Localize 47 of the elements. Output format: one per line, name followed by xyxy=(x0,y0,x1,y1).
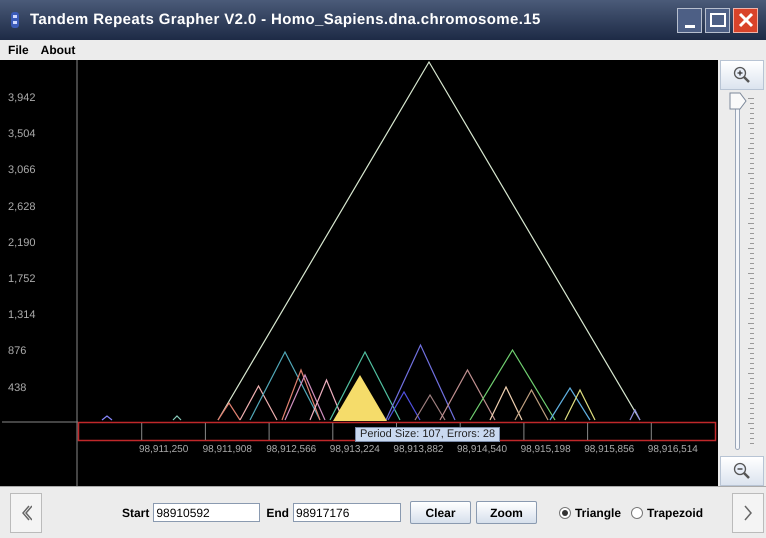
magnifier-minus-icon xyxy=(733,462,751,480)
menu-item[interactable]: About xyxy=(40,41,76,59)
magnifier-plus-icon xyxy=(733,66,751,84)
x-axis-label: 98,915,856 xyxy=(584,444,634,456)
y-axis-label: 2,628 xyxy=(8,200,36,214)
radio-label[interactable]: Trapezoid xyxy=(647,504,704,522)
tooltip: Period Size: 107, Errors: 28 xyxy=(355,427,500,442)
y-axis-label: 3,942 xyxy=(8,92,36,105)
zoom-out-button[interactable] xyxy=(720,456,764,486)
zoom-button[interactable]: Zoom xyxy=(476,501,538,524)
radio-button[interactable] xyxy=(559,506,572,518)
start-field[interactable]: 98910592 xyxy=(153,503,260,522)
menu-item[interactable]: File xyxy=(8,41,29,59)
y-axis-label: 1,314 xyxy=(8,309,36,322)
y-axis-label: 2,190 xyxy=(8,236,36,250)
end-field[interactable]: 98917176 xyxy=(293,503,402,522)
y-axis-label: 1,752 xyxy=(8,273,36,286)
maximize-button[interactable] xyxy=(705,8,730,32)
end-label: End xyxy=(266,504,290,522)
slider-thumb[interactable] xyxy=(729,92,747,110)
start-label: Start xyxy=(122,504,150,522)
y-axis-label: 876 xyxy=(8,345,26,358)
x-axis-label: 98,913,882 xyxy=(393,444,444,456)
y-axis-label: 438 xyxy=(8,382,26,395)
zoom-in-button[interactable] xyxy=(720,60,764,90)
x-axis-label: 98,914,540 xyxy=(457,444,508,456)
app-icon xyxy=(8,11,22,29)
x-axis-label: 98,911,250 xyxy=(139,444,188,456)
x-axis-label: 98,916,514 xyxy=(648,444,698,456)
previous-button[interactable] xyxy=(10,492,42,532)
window-title: Tandem Repeats Grapher V2.0 - Homo_Sapiens.dna.chromosome.15 xyxy=(30,10,541,30)
x-axis-label: 98,912,566 xyxy=(266,444,316,456)
minimize-icon xyxy=(684,24,694,28)
clear-button[interactable]: Clear xyxy=(410,501,472,524)
x-axis-label: 98,911,908 xyxy=(202,444,252,456)
x-axis-label: 98,915,198 xyxy=(520,444,571,456)
chevron-right-icon xyxy=(742,504,754,520)
maximize-icon xyxy=(710,13,726,27)
close-icon xyxy=(738,12,754,28)
y-axis-label: 3,066 xyxy=(8,164,36,178)
radio-label[interactable]: Triangle xyxy=(575,504,622,522)
x-axis-label: 98,913,224 xyxy=(330,444,380,456)
close-button[interactable] xyxy=(733,8,758,32)
chevron-left-icon xyxy=(20,504,32,520)
radio-button[interactable] xyxy=(631,506,644,518)
minimize-button[interactable] xyxy=(677,8,702,32)
y-axis-label: 3,504 xyxy=(8,128,36,142)
